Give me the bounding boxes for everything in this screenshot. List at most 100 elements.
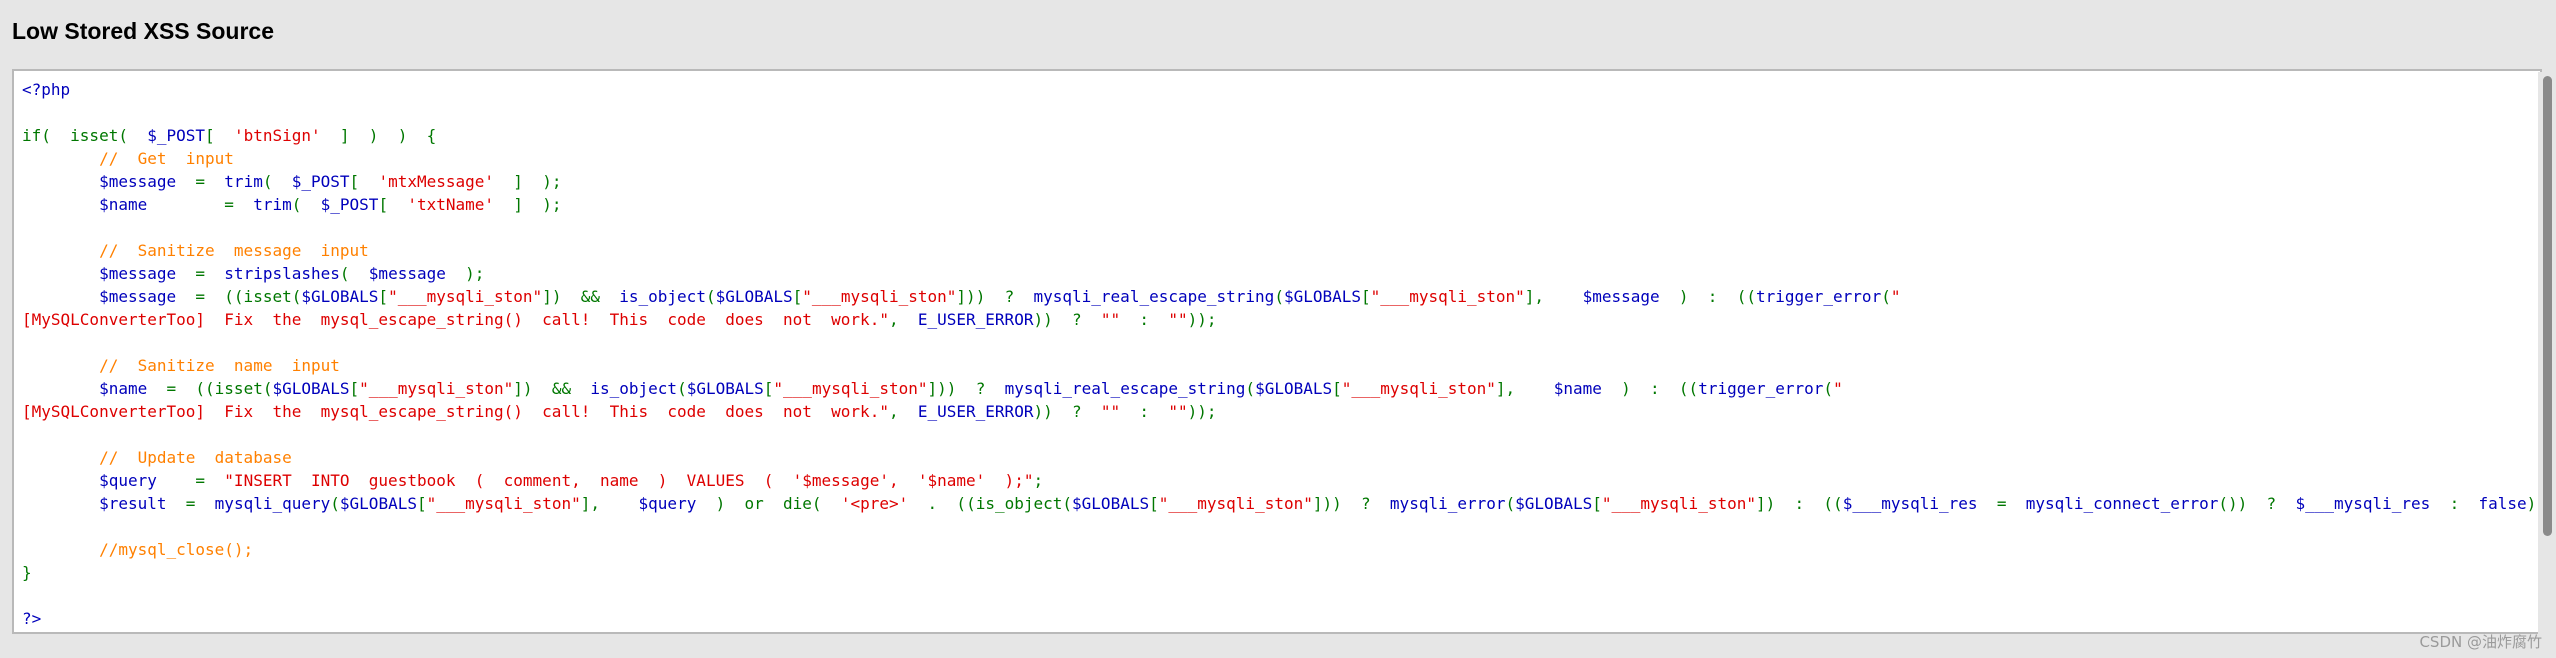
code-token: "___mysqli_ston" [359,379,514,398]
scrollbar-thumb[interactable] [2543,76,2552,536]
code-token: $name [1553,379,1622,398]
code-token: [ [349,172,379,191]
code-token: // Sanitize name input [99,356,340,375]
code-token: mysqli_real_escape_string [1033,287,1275,306]
code-token: = [195,471,225,490]
code-line: // Get input [22,147,2540,170]
code-line: //mysql_close(); [22,538,2540,561]
code-token: [ [378,287,389,306]
source-code: <?php if( isset( $_POST[ 'btnSign' ] ) ) … [22,78,2540,630]
code-token: $_POST [320,195,379,214]
code-token: [MySQLConverterToo] Fix the mysql_escape… [22,402,889,421]
code-token: : [1120,310,1169,329]
code-token: $message [99,172,196,191]
code-token: stripslashes [224,264,340,283]
code-token: [ [205,126,234,145]
code-token: ); [465,264,485,283]
code-token: E_USER_ERROR [917,402,1034,421]
code-token: )) ? [1033,402,1101,421]
code-token: [ [1592,494,1602,513]
code-token: '<pre>' [840,494,928,513]
code-line: <?php [22,78,2540,101]
code-line: $name = ((isset($GLOBALS["___mysqli_ston… [22,377,2540,400]
code-token: // Get input [99,149,234,168]
code-token: ]) : (( [1755,494,1843,513]
code-token: ; [1033,471,1044,490]
code-token: " [1890,287,1901,306]
code-token: ()) ? [2218,494,2296,513]
code-token: "___mysqli_ston" [1341,379,1496,398]
code-token: $message [368,264,466,283]
code-token: , [888,310,918,329]
code-line: $query = "INSERT INTO guestbook ( commen… [22,469,2540,492]
code-line: // Sanitize message input [22,239,2540,262]
code-token: ]) && [513,379,591,398]
code-token: [ [763,379,774,398]
code-token: = [224,195,254,214]
code-line: $result = mysqli_query($GLOBALS["___mysq… [22,492,2540,515]
code-token: ( [1881,287,1891,306]
code-token: trim [224,172,263,191]
code-token: ( [1245,379,1256,398]
code-line: // Update database [22,446,2540,469]
code-token: "___mysqli_ston" [1370,287,1525,306]
code-token: $result [99,494,186,513]
code-token: $___mysqli_res [1842,494,1997,513]
code-line: $message = stripslashes( $message ); [22,262,2540,285]
code-token: "" [1168,310,1188,329]
code-token: "" [1100,402,1121,421]
code-token: ) or die( [715,494,841,513]
code-token: mysqli_real_escape_string [1004,379,1246,398]
code-token: is_object [619,287,706,306]
code-token: = [195,172,225,191]
code-token: , [888,402,918,421]
code-token: //mysql_close(); [99,540,254,559]
code-token: "___mysqli_ston" [802,287,957,306]
code-token: "___mysqli_ston" [773,379,928,398]
code-token: $GLOBALS [1515,494,1593,513]
code-token: [ [1332,379,1342,398]
code-token: "___mysqli_ston" [1601,494,1756,513]
code-token: )); [1187,310,1217,329]
code-token: mysqli_error [1389,494,1506,513]
code-token: ] ); [494,172,562,191]
code-token: [ [792,287,803,306]
code-line: $message = trim( $_POST[ 'mtxMessage' ] … [22,170,2540,193]
code-token: trigger_error [1755,287,1882,306]
code-token: false [2478,494,2527,513]
code-token: [ [1361,287,1371,306]
code-token: $GLOBALS [339,494,417,513]
code-token: } [22,563,32,582]
vertical-scrollbar[interactable] [2538,72,2556,634]
code-token: [ [416,494,427,513]
code-token: $_POST [147,126,206,145]
code-line: ?> [22,607,2540,630]
code-token: ( [330,494,340,513]
code-token: ( [677,379,687,398]
code-token: if( isset( [22,126,148,145]
code-token: 'mtxMessage' [378,172,495,191]
code-token: : [1120,402,1169,421]
code-line: [MySQLConverterToo] Fix the mysql_escape… [22,308,2540,331]
code-token: 'txtName' [407,195,495,214]
code-line: // Sanitize name input [22,354,2540,377]
code-token: ( [1823,379,1834,398]
code-line: $message = ((isset($GLOBALS["___mysqli_s… [22,285,2540,308]
watermark: CSDN @油炸腐竹 [2419,633,2542,651]
code-token: "___mysqli_ston" [426,494,581,513]
code-token: $name [99,195,225,214]
code-token: // Update database [99,448,292,467]
code-token: . ((is_object( [927,494,1073,513]
code-token: = [1996,494,2026,513]
code-token: [ [349,379,360,398]
